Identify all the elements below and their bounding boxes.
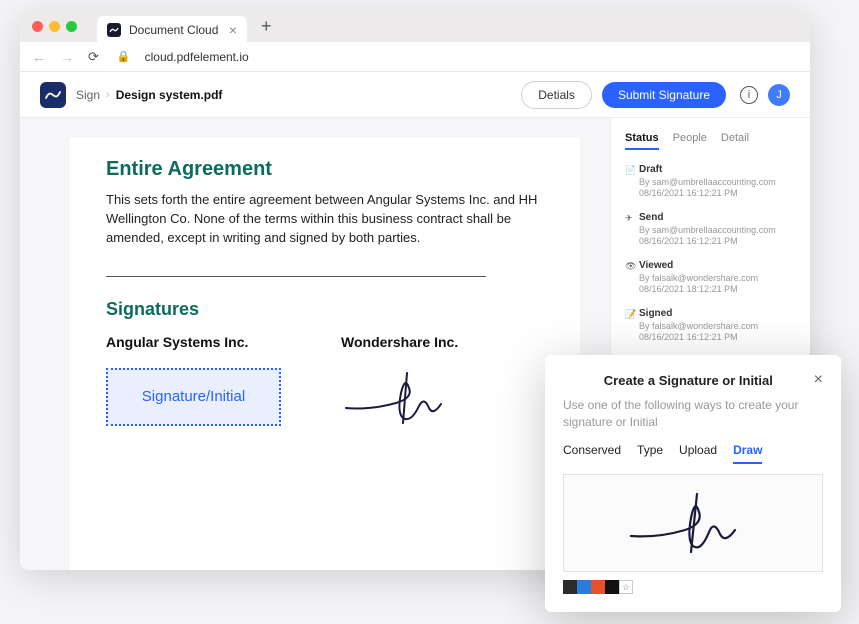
agreement-heading: Entire Agreement xyxy=(106,158,544,181)
event-signed: 📝 Signed By falsalk@wondershare.com 08/1… xyxy=(625,308,796,342)
url-text[interactable]: cloud.pdfelement.io xyxy=(145,50,249,64)
send-icon: ✈ xyxy=(625,213,633,224)
agreement-paragraph: This sets forth the entire agreement bet… xyxy=(106,191,544,248)
breadcrumb-separator-icon: › xyxy=(106,89,110,101)
tab-detail[interactable]: Detail xyxy=(721,132,749,150)
signer1-name: Angular Systems Inc. xyxy=(106,334,281,350)
event-date: 08/16/2021 16:12:21 PM xyxy=(639,236,796,246)
modal-tab-type[interactable]: Type xyxy=(637,443,663,464)
event-viewed: 👁 Viewed By falsalk@wondershare.com 08/1… xyxy=(625,260,796,294)
signature-placeholder-label: Signature/Initial xyxy=(142,388,245,405)
event-send: ✈ Send By sam@umbrellaaccounting.com 08/… xyxy=(625,212,796,246)
nav-back-icon[interactable]: ← xyxy=(32,49,46,65)
breadcrumb-root[interactable]: Sign xyxy=(76,88,100,102)
modal-tabs: Conserved Type Upload Draw xyxy=(563,443,823,464)
event-title: Signed xyxy=(639,308,796,319)
tab-people[interactable]: People xyxy=(673,132,707,150)
address-bar: ← → ⟳ 🔒 cloud.pdfelement.io xyxy=(20,42,810,72)
swatch-custom[interactable]: ☆ xyxy=(619,580,633,594)
modal-subtitle: Use one of the following ways to create … xyxy=(563,397,823,431)
reload-icon[interactable]: ⟳ xyxy=(88,49,99,65)
info-icon[interactable]: i xyxy=(740,86,758,104)
titlebar: Document Cloud × + xyxy=(20,10,810,42)
modal-close-icon[interactable]: × xyxy=(814,371,823,389)
signatures-heading: Signatures xyxy=(106,299,544,320)
color-swatches: ☆ xyxy=(563,580,823,594)
event-by: By falsalk@wondershare.com xyxy=(639,273,796,283)
modal-title: Create a Signature or Initial xyxy=(563,373,814,388)
swatch-2[interactable] xyxy=(577,580,591,594)
document-area: Entire Agreement This sets forth the ent… xyxy=(20,118,610,570)
tab-status[interactable]: Status xyxy=(625,132,659,150)
draft-icon: 📄 xyxy=(625,165,636,176)
window-close-icon[interactable] xyxy=(32,21,43,32)
avatar[interactable]: J xyxy=(768,84,790,106)
swatch-1[interactable] xyxy=(563,580,577,594)
event-date: 08/16/2021 16:12:21 PM xyxy=(639,188,796,198)
new-tab-icon[interactable]: + xyxy=(261,16,272,37)
modal-tab-upload[interactable]: Upload xyxy=(679,443,717,464)
tab-title: Document Cloud xyxy=(129,23,218,37)
document-page: Entire Agreement This sets forth the ent… xyxy=(70,138,580,570)
signer2-name: Wondershare Inc. xyxy=(341,334,471,350)
tab-close-icon[interactable]: × xyxy=(229,22,237,38)
event-by: By sam@umbrellaaccounting.com xyxy=(639,177,796,187)
signature-row: Angular Systems Inc. Signature/Initial W… xyxy=(106,334,544,433)
modal-tab-draw[interactable]: Draw xyxy=(733,443,762,464)
event-title: Draft xyxy=(639,164,796,175)
signature-stroke-icon xyxy=(623,488,763,558)
swatch-3[interactable] xyxy=(591,580,605,594)
viewed-icon: 👁 xyxy=(625,261,636,272)
event-by: By sam@umbrellaaccounting.com xyxy=(639,225,796,235)
app-toolbar: Sign › Design system.pdf Detials Submit … xyxy=(20,72,810,118)
submit-signature-button[interactable]: Submit Signature xyxy=(602,82,726,108)
signature-placeholder[interactable]: Signature/Initial xyxy=(106,368,281,426)
lock-icon: 🔒 xyxy=(117,50,131,63)
swatch-4[interactable] xyxy=(605,580,619,594)
window-maximize-icon[interactable] xyxy=(66,21,77,32)
signature-canvas[interactable] xyxy=(563,474,823,572)
signature-modal: Create a Signature or Initial × Use one … xyxy=(545,355,841,612)
signed-icon: 📝 xyxy=(625,309,636,320)
event-draft: 📄 Draft By sam@umbrellaaccounting.com 08… xyxy=(625,164,796,198)
app-logo-icon[interactable] xyxy=(40,82,66,108)
details-button[interactable]: Detials xyxy=(521,81,592,109)
window-minimize-icon[interactable] xyxy=(49,21,60,32)
app-favicon-icon xyxy=(107,23,121,37)
divider xyxy=(106,276,486,277)
signature-drawn-icon xyxy=(341,368,471,428)
modal-tab-conserved[interactable]: Conserved xyxy=(563,443,621,464)
browser-tab[interactable]: Document Cloud × xyxy=(97,16,247,44)
event-date: 08/16/2021 16:12:21 PM xyxy=(639,332,796,342)
event-title: Send xyxy=(639,212,796,223)
breadcrumb-file: Design system.pdf xyxy=(116,88,223,102)
event-title: Viewed xyxy=(639,260,796,271)
event-date: 08/16/2021 18:12:21 PM xyxy=(639,284,796,294)
event-by: By falsalk@wondershare.com xyxy=(639,321,796,331)
nav-forward-icon[interactable]: → xyxy=(60,49,74,65)
sidebar-tabs: Status People Detail xyxy=(625,132,796,150)
